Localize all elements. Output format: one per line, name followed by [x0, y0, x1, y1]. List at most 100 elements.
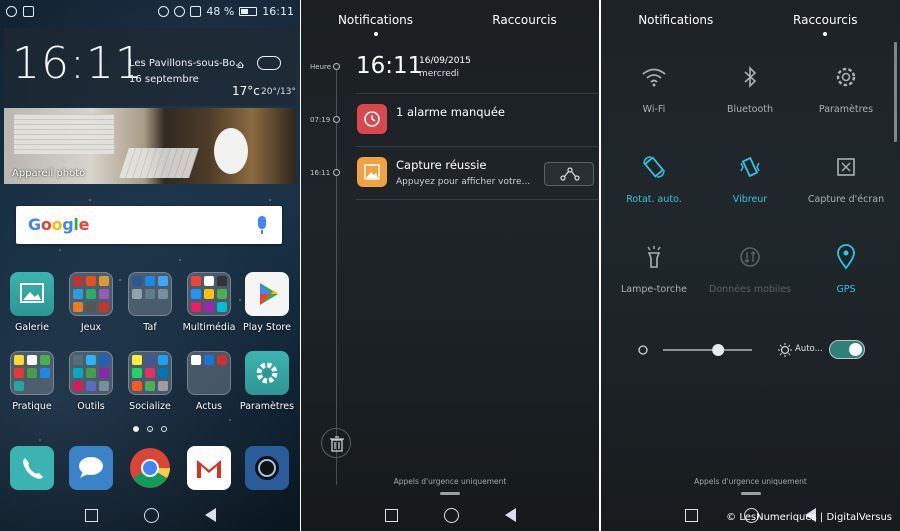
notification-title: 1 alarme manquée: [396, 105, 505, 119]
scrollbar[interactable]: [894, 42, 897, 142]
microphone-icon[interactable]: [258, 216, 266, 234]
screenshot-collage: 48 % 16:11 16:11 Les Pavillons-sous-Bo..…: [0, 0, 900, 531]
flashlight-icon: [606, 242, 702, 272]
toggle-gps[interactable]: GPS: [798, 242, 894, 295]
folder-icon: [128, 351, 172, 395]
gear-icon: [245, 351, 289, 395]
emergency-calls-text: Appels d'urgence uniquement: [694, 477, 807, 486]
shortcuts-panel: Notifications Raccourcis Wi-Fi Bluetooth: [601, 0, 900, 531]
auto-brightness-label: Auto...: [795, 344, 823, 354]
photo-widget[interactable]: Appareil photo: [4, 108, 296, 184]
recents-icon[interactable]: [384, 508, 398, 522]
rotate-icon: [606, 152, 702, 182]
app-parametres[interactable]: Paramètres: [238, 351, 296, 412]
dock-chrome[interactable]: [121, 446, 179, 496]
notification-title: Capture réussie: [396, 158, 487, 172]
gear-icon: [798, 62, 894, 92]
timeline-label: 16:11: [310, 169, 331, 177]
dock-gmail[interactable]: [180, 446, 238, 496]
navigation-bar: [301, 499, 599, 531]
notifications-panel: Notifications Raccourcis Heure 07:19 16:…: [301, 0, 599, 531]
notification-subtitle: Appuyez pour afficher votre...: [396, 177, 531, 187]
dock-phone[interactable]: [3, 446, 61, 496]
alarm-clock-icon: [357, 104, 387, 134]
home-button-icon[interactable]: [443, 507, 459, 523]
weather-temp: 17°c: [232, 84, 260, 98]
folder-icon: [69, 272, 113, 316]
tab-raccourcis[interactable]: Raccourcis: [751, 0, 900, 36]
app-folder-actus[interactable]: Actus: [180, 351, 238, 412]
toggle-parametres[interactable]: Paramètres: [798, 62, 894, 115]
share-button[interactable]: [544, 162, 594, 186]
timeline-label: 07:19: [310, 116, 331, 124]
tab-raccourcis[interactable]: Raccourcis: [450, 0, 599, 36]
battery-percent: 48 %: [206, 4, 235, 18]
back-icon[interactable]: [204, 508, 216, 522]
photo-widget-label: Appareil photo: [12, 168, 86, 179]
timeline-label: Heure: [310, 63, 332, 71]
back-icon[interactable]: [504, 508, 516, 522]
tab-notifications[interactable]: Notifications: [601, 0, 751, 36]
shade-time: 16:11: [356, 53, 423, 79]
share-icon: [560, 167, 580, 181]
tab-notifications[interactable]: Notifications: [301, 0, 450, 36]
dock-camera[interactable]: [238, 446, 296, 496]
app-folder-outils[interactable]: Outils: [62, 351, 120, 412]
wifi-icon: [606, 62, 702, 92]
timeline: [336, 65, 337, 485]
app-folder-multimedia[interactable]: Multimédia: [180, 272, 238, 333]
clear-all-button[interactable]: [321, 428, 351, 458]
app-folder-jeux[interactable]: Jeux: [62, 272, 120, 333]
folder-icon: [187, 351, 231, 395]
folder-icon: [10, 351, 54, 395]
drag-handle[interactable]: [440, 492, 460, 495]
clock-weather-widget[interactable]: 16:11 Les Pavillons-sous-Bo... 16 septem…: [4, 28, 296, 106]
battery-icon: [239, 6, 258, 16]
shade-date: 16/09/2015: [419, 56, 471, 66]
phone-icon: [10, 446, 54, 490]
gallery-icon: [10, 272, 54, 316]
navigation-bar: [0, 499, 300, 531]
mobile-data-icon: [702, 242, 798, 272]
toggle-vibreur[interactable]: Vibreur: [702, 152, 798, 205]
recents-icon[interactable]: [685, 508, 698, 522]
home-screen: 48 % 16:11 16:11 Les Pavillons-sous-Bo..…: [0, 0, 300, 531]
camera-icon: [245, 446, 289, 490]
emergency-calls-text: Appels d'urgence uniquement: [393, 477, 507, 486]
active-tab-indicator: [823, 32, 828, 36]
cloud-rain-icon: [257, 56, 281, 70]
active-tab-indicator: [373, 32, 378, 36]
app-play-store[interactable]: Play Store: [238, 272, 296, 333]
messages-icon: [69, 446, 113, 490]
toggle-bluetooth[interactable]: Bluetooth: [702, 62, 798, 115]
toggle-torch[interactable]: Lampe-torche: [606, 242, 702, 295]
folder-icon: [187, 272, 231, 316]
app-folder-taf[interactable]: Taf: [121, 272, 179, 333]
screenshot-icon: [798, 152, 894, 182]
home-icon: ⌂: [237, 58, 244, 71]
alarm-icon: [174, 5, 186, 17]
toggle-wifi[interactable]: Wi-Fi: [606, 62, 702, 115]
folder-icon: [69, 351, 113, 395]
toggle-rotation[interactable]: Rotat. auto.: [606, 152, 702, 205]
watermark: © LesNumeriques | DigitalVersus: [726, 512, 892, 523]
app-folder-socialize[interactable]: Socialize: [121, 351, 179, 412]
google-search-bar[interactable]: Google: [16, 206, 282, 244]
trash-icon: [330, 436, 344, 452]
auto-brightness-toggle[interactable]: [829, 340, 865, 359]
home-button-icon[interactable]: [143, 507, 159, 523]
vibrate-icon: [702, 152, 798, 182]
toggle-capture[interactable]: Capture d'écran: [798, 152, 894, 205]
app-folder-pratique[interactable]: Pratique: [3, 351, 61, 412]
status-time: 16:11: [262, 4, 294, 18]
drag-handle[interactable]: [740, 492, 761, 495]
folder-icon: [128, 272, 172, 316]
recents-icon[interactable]: [84, 508, 98, 522]
settings-icon: [6, 5, 17, 17]
app-galerie[interactable]: Galerie: [3, 272, 61, 333]
google-logo: Google: [28, 215, 90, 234]
play-store-icon: [245, 272, 289, 316]
shade-day: mercredi: [419, 69, 460, 79]
toggle-mobile-data[interactable]: Données mobiles: [702, 242, 798, 295]
dock-messages[interactable]: [62, 446, 120, 496]
